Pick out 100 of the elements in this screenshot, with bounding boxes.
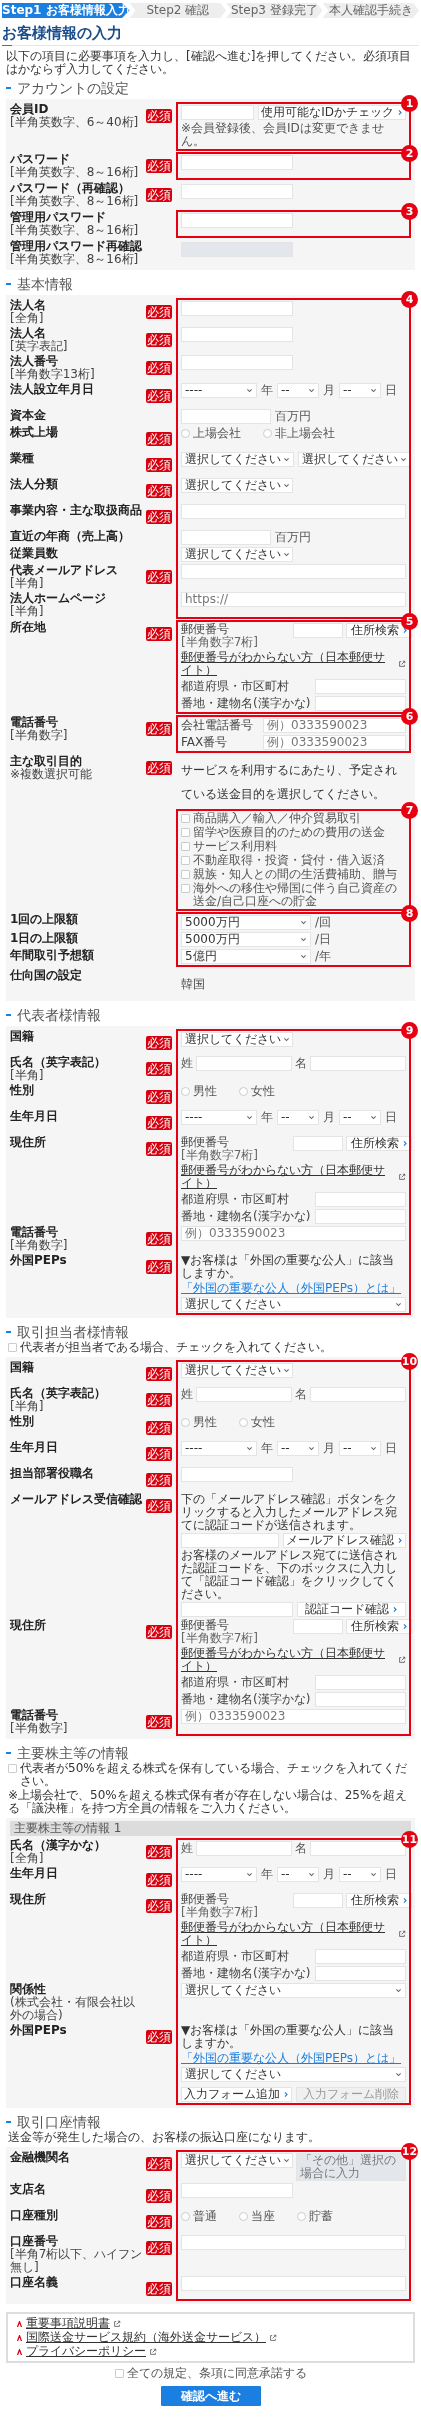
checkbox[interactable] <box>181 856 190 865</box>
checkbox[interactable] <box>114 2369 124 2378</box>
radio-button[interactable] <box>239 1087 248 1096</box>
select-field[interactable]: 選択してください <box>298 452 411 467</box>
action-button[interactable]: 認証コード確認 <box>296 1602 406 1617</box>
select-field[interactable]: -- <box>339 1110 381 1125</box>
help-link[interactable]: 郵便番号がわからない方（日本郵便サイト） <box>181 1164 395 1190</box>
action-button[interactable]: 住所検索 <box>346 1619 412 1634</box>
select-field[interactable]: 選択してください <box>181 2153 293 2168</box>
select-field[interactable]: ---- <box>181 1867 257 1882</box>
input-field[interactable] <box>181 355 293 370</box>
input-field[interactable] <box>181 105 255 120</box>
radio-button[interactable] <box>239 2212 248 2221</box>
select-field[interactable]: 選択してください <box>181 1363 293 1378</box>
input-field[interactable] <box>315 1209 406 1224</box>
input-field[interactable] <box>181 184 293 199</box>
select-field[interactable]: 選択してください <box>181 1297 406 1312</box>
select-field[interactable]: 選択してください <box>181 478 293 493</box>
input-field[interactable] <box>181 564 406 579</box>
action-button[interactable]: 住所検索 <box>346 1893 412 1908</box>
checkbox[interactable] <box>181 870 190 879</box>
input-field[interactable] <box>315 1949 406 1964</box>
input-field[interactable] <box>181 327 293 342</box>
input-field[interactable] <box>196 1387 292 1402</box>
input-field[interactable] <box>315 1692 406 1707</box>
select-field[interactable]: -- <box>277 1441 319 1456</box>
input-field[interactable] <box>196 1056 292 1071</box>
help-link[interactable]: 郵便番号がわからない方（日本郵便サイト） <box>181 1921 395 1947</box>
input-field[interactable] <box>196 1841 292 1856</box>
action-button[interactable]: 使用可能なIDかチェック <box>258 105 406 120</box>
document-link[interactable]: 重要事項説明書 <box>26 2317 110 2330</box>
input-field[interactable] <box>181 1467 293 1482</box>
select-field[interactable]: 5億円 <box>181 949 311 964</box>
select-field[interactable]: 選択してください <box>181 2067 406 2082</box>
select-field[interactable]: 選択してください <box>181 452 294 467</box>
action-button[interactable]: メールアドレス確認 <box>283 1533 406 1548</box>
peps-link[interactable]: 「外国の重要な公人（外国PEPs）とは」 <box>181 2052 402 2065</box>
peps-link[interactable]: 「外国の重要な公人（外国PEPs）とは」 <box>181 1282 402 1295</box>
select-field[interactable]: -- <box>339 383 381 398</box>
checkbox[interactable] <box>181 828 190 837</box>
input-field[interactable] <box>315 679 406 694</box>
select-field[interactable]: 5000万円 <box>181 932 311 947</box>
radio-button[interactable] <box>181 2212 190 2221</box>
help-link[interactable]: 郵便番号がわからない方（日本郵便サイト） <box>181 651 395 677</box>
checkbox[interactable] <box>181 842 190 851</box>
select-field[interactable]: 5000万円 <box>181 915 311 930</box>
help-link[interactable]: 郵便番号がわからない方（日本郵便サイト） <box>181 1647 395 1673</box>
input-field[interactable] <box>181 530 271 545</box>
select-field[interactable]: ---- <box>181 383 257 398</box>
input-field[interactable]: 例）0333590023 <box>263 735 406 750</box>
input-field[interactable] <box>310 1056 406 1071</box>
input-field[interactable]: https:// <box>181 592 406 607</box>
input-field[interactable] <box>181 301 293 316</box>
input-field[interactable] <box>293 1619 343 1634</box>
select-field[interactable]: 選択してください <box>181 1983 406 1998</box>
input-field[interactable] <box>181 213 293 228</box>
select-field[interactable]: 選択してください <box>181 547 293 562</box>
select-field[interactable]: -- <box>339 1441 381 1456</box>
radio-button[interactable] <box>239 1418 248 1427</box>
input-field[interactable] <box>181 155 293 170</box>
input-field[interactable] <box>181 504 406 519</box>
action-button[interactable]: 住所検索 <box>346 1136 412 1151</box>
input-field[interactable] <box>181 1533 279 1548</box>
input-field[interactable] <box>293 1136 343 1151</box>
checkbox[interactable] <box>181 814 190 823</box>
document-link[interactable]: プライバシーポリシー <box>26 2345 146 2358</box>
radio-button[interactable] <box>263 429 272 438</box>
input-field[interactable] <box>310 1387 406 1402</box>
input-field[interactable]: 例）0333590023 <box>181 1709 406 1724</box>
input-field[interactable] <box>181 2235 406 2250</box>
action-button[interactable]: 入力フォーム追加 <box>181 2087 292 2102</box>
select-field[interactable]: -- <box>277 1867 319 1882</box>
select-field[interactable]: ---- <box>181 1110 257 1125</box>
checkbox[interactable] <box>181 884 190 893</box>
input-field[interactable] <box>315 1192 406 1207</box>
select-field[interactable]: ---- <box>181 1441 257 1456</box>
input-field[interactable]: 例）0333590023 <box>263 718 406 733</box>
input-field[interactable] <box>293 623 343 638</box>
input-field[interactable] <box>310 1841 406 1856</box>
radio-button[interactable] <box>297 2212 306 2221</box>
checkbox[interactable] <box>8 1343 17 1352</box>
document-link[interactable]: 国際送金サービス規約（海外送金サービス） <box>26 2331 266 2344</box>
radio-button[interactable] <box>181 1087 190 1096</box>
select-field[interactable]: -- <box>277 383 319 398</box>
input-field[interactable] <box>181 1602 293 1617</box>
select-field[interactable]: -- <box>339 1867 381 1882</box>
radio-button[interactable] <box>181 429 190 438</box>
input-field[interactable] <box>315 696 406 711</box>
input-field[interactable] <box>181 2183 293 2198</box>
input-field[interactable]: 例）0333590023 <box>181 1226 406 1241</box>
select-field[interactable]: -- <box>277 1110 319 1125</box>
input-field[interactable] <box>181 409 271 424</box>
input-field[interactable] <box>181 2276 406 2291</box>
input-field[interactable] <box>293 1893 343 1908</box>
input-field[interactable] <box>315 1966 406 1981</box>
checkbox[interactable] <box>8 1764 17 1773</box>
submit-button[interactable]: 確認へ進む <box>160 2386 261 2406</box>
radio-button[interactable] <box>181 1418 190 1427</box>
select-field[interactable]: 選択してください <box>181 1032 293 1047</box>
input-field[interactable] <box>315 1675 406 1690</box>
